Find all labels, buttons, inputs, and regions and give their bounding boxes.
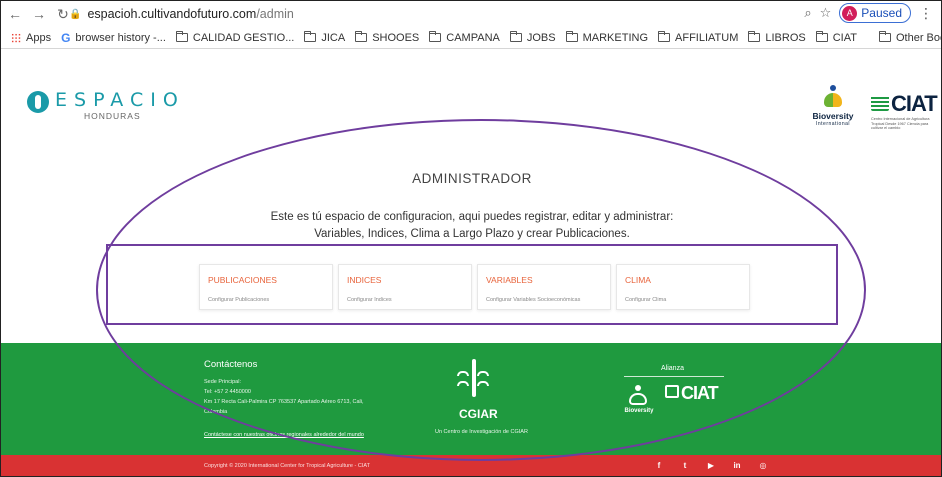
folder-icon <box>878 31 891 42</box>
bookmark-shooes[interactable]: SHOOES <box>355 31 420 44</box>
facebook-icon[interactable]: f <box>654 460 664 470</box>
folder-icon <box>815 31 828 42</box>
bookmarks-bar: Apps G browser history -... CALIDAD GEST… <box>1 27 941 49</box>
screenshot-frame: ← → ↻ 🔒 espacioh.cultivandofuturo.com/ad… <box>0 0 942 477</box>
ciat-name: CIAT <box>891 91 938 116</box>
bookmark-libros[interactable]: LIBROS <box>748 31 806 44</box>
bookmark-label: CIAT <box>832 31 857 44</box>
bookmark-browser-history[interactable]: G browser history -... <box>61 31 166 45</box>
instagram-icon[interactable]: ◎ <box>758 460 768 470</box>
logo-sub: HONDURAS <box>84 111 141 121</box>
other-bookmarks[interactable]: Other Bookmarks <box>878 31 941 44</box>
folder-icon <box>748 31 761 42</box>
espacio-logo-icon[interactable] <box>27 91 49 113</box>
browser-toolbar: ← → ↻ 🔒 espacioh.cultivandofuturo.com/ad… <box>1 1 941 27</box>
bookmark-calidad[interactable]: CALIDAD GESTIO... <box>175 31 295 44</box>
bookmark-label: Other Bookmarks <box>895 31 941 44</box>
bookmark-affiliatum[interactable]: AFFILIATUM <box>658 31 739 44</box>
bookmark-jica[interactable]: JICA <box>304 31 346 44</box>
lock-icon: 🔒 <box>69 8 82 20</box>
bookmark-label: browser history -... <box>75 31 166 44</box>
folder-icon <box>304 31 317 42</box>
toolbar-right: ⌕ ☆ A Paused ⋮ <box>804 3 933 23</box>
youtube-icon[interactable]: ▶ <box>706 460 716 470</box>
bookmark-ciat[interactable]: CIAT <box>815 31 857 44</box>
folder-icon <box>355 31 368 42</box>
folder-icon <box>565 31 578 42</box>
logo-word[interactable]: ESPACIO <box>55 89 185 111</box>
bioversity-name: Bioversity <box>812 111 854 121</box>
star-icon[interactable]: ☆ <box>820 5 832 21</box>
url-path: /admin <box>256 7 294 21</box>
ciat-logo: CIAT Centro Internacional de Agricultura… <box>871 91 941 130</box>
bookmark-label: AFFILIATUM <box>675 31 739 44</box>
bookmark-label: Apps <box>26 31 52 44</box>
apps-grid-icon <box>11 32 21 43</box>
bookmark-label: MARKETING <box>582 31 649 44</box>
bioversity-sub: International <box>815 121 851 127</box>
zoom-icon[interactable]: ⌕ <box>804 5 811 21</box>
bookmark-marketing[interactable]: MARKETING <box>565 31 649 44</box>
bioversity-logo: Bioversity International <box>805 85 861 129</box>
google-icon: G <box>61 30 71 45</box>
highlight-rectangle <box>106 244 838 325</box>
folder-icon <box>175 31 188 42</box>
profile-status: Paused <box>861 6 902 20</box>
folder-icon <box>429 31 442 42</box>
profile-button[interactable]: A Paused <box>839 3 911 23</box>
copyright-text: Copyright © 2020 International Center fo… <box>204 463 370 469</box>
bookmark-label: LIBROS <box>765 31 806 44</box>
folder-icon <box>658 31 671 42</box>
folder-icon <box>509 31 522 42</box>
back-arrow-icon[interactable]: ← <box>5 6 25 22</box>
bookmark-label: JOBS <box>526 31 556 44</box>
ciat-sub: Centro Internacional de Agricultura Trop… <box>871 117 930 130</box>
bookmark-jobs[interactable]: JOBS <box>509 31 556 44</box>
bookmark-label: CALIDAD GESTIO... <box>192 31 295 44</box>
bookmark-label: CAMPANA <box>446 31 500 44</box>
twitter-icon[interactable]: t <box>680 460 690 470</box>
bookmark-campana[interactable]: CAMPANA <box>429 31 500 44</box>
url-bar[interactable]: 🔒 espacioh.cultivandofuturo.com/admin <box>69 4 829 24</box>
bookmark-apps[interactable]: Apps <box>11 32 51 44</box>
bookmark-label: SHOOES <box>372 31 420 44</box>
bookmark-label: JICA <box>321 31 346 44</box>
forward-arrow-icon[interactable]: → <box>29 6 49 22</box>
social-links: f t ▶ in ◎ <box>654 460 768 470</box>
ciat-leaf-icon <box>871 95 889 111</box>
avatar: A <box>842 5 858 21</box>
url-host: espacioh.cultivandofuturo.com <box>87 7 257 21</box>
bioversity-figure-icon <box>822 85 844 111</box>
linkedin-icon[interactable]: in <box>732 460 742 470</box>
kebab-menu-icon[interactable]: ⋮ <box>919 5 933 22</box>
